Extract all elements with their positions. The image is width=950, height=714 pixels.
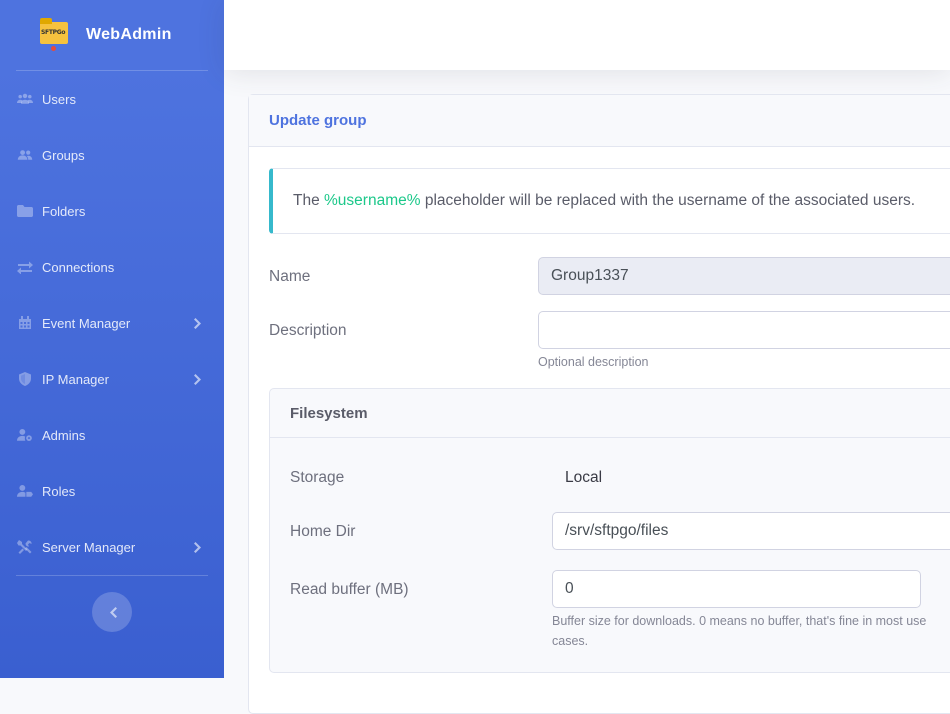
filesystem-title: Filesystem	[270, 389, 950, 438]
read-buffer-field[interactable]	[552, 570, 921, 608]
sidebar-item-groups[interactable]: Groups	[0, 127, 224, 183]
name-label: Name	[269, 268, 311, 285]
sidebar: SFTPGo WebAdmin Users Groups Folders Con…	[0, 0, 224, 678]
chevron-right-icon	[194, 541, 204, 553]
filesystem-card: Filesystem Storage Local Home Dir Read b…	[269, 388, 950, 673]
home-dir-field[interactable]	[552, 512, 950, 550]
shield-icon	[16, 372, 34, 386]
sidebar-item-label: Connections	[42, 259, 115, 275]
read-buffer-label: Read buffer (MB)	[290, 581, 409, 598]
sidebar-item-ip-manager[interactable]: IP Manager	[0, 351, 224, 407]
topbar	[224, 0, 950, 70]
sidebar-item-admins[interactable]: Admins	[0, 407, 224, 463]
folder-icon	[16, 204, 34, 218]
storage-label: Storage	[290, 469, 345, 486]
name-field[interactable]	[538, 257, 950, 295]
sidebar-item-label: IP Manager	[42, 371, 109, 387]
sidebar-item-label: Event Manager	[42, 315, 131, 331]
sidebar-item-label: Groups	[42, 147, 85, 163]
sidebar-item-roles[interactable]: Roles	[0, 463, 224, 519]
tools-icon	[16, 540, 34, 554]
user-cog-icon	[16, 428, 34, 442]
calendar-icon	[16, 316, 34, 330]
brand-link[interactable]: SFTPGo WebAdmin	[0, 0, 224, 70]
description-field[interactable]	[538, 311, 950, 349]
users-icon	[16, 92, 34, 106]
alert-suffix: placeholder will be replaced with the us…	[420, 192, 916, 209]
sidebar-item-event-manager[interactable]: Event Manager	[0, 295, 224, 351]
alert-prefix: The	[293, 192, 325, 209]
brand-name: WebAdmin	[86, 26, 172, 43]
home-dir-label: Home Dir	[290, 523, 356, 540]
user-tag-icon	[16, 484, 34, 498]
alert-text: The %username% placeholder will be repla…	[293, 192, 915, 210]
update-group-card: Update group The %username% placeholder …	[248, 94, 950, 714]
alert-highlight: %username%	[324, 192, 421, 209]
user-group-icon	[16, 148, 34, 162]
info-alert: The %username% placeholder will be repla…	[269, 168, 950, 234]
sidebar-item-label: Admins	[42, 427, 86, 443]
sidebar-item-label: Roles	[42, 483, 76, 499]
chevron-right-icon	[194, 373, 204, 385]
storage-select[interactable]: Local	[565, 469, 602, 487]
sidebar-item-label: Server Manager	[42, 539, 136, 555]
sidebar-item-users[interactable]: Users	[0, 71, 224, 127]
description-label: Description	[269, 322, 347, 339]
sidebar-item-server-manager[interactable]: Server Manager	[0, 519, 224, 575]
chevron-left-icon	[108, 606, 117, 618]
card-title: Update group	[249, 95, 950, 147]
sidebar-item-label: Folders	[42, 203, 86, 219]
sftpgo-logo-icon: SFTPGo	[38, 18, 68, 51]
exchange-icon	[16, 260, 34, 274]
sidebar-item-label: Users	[42, 91, 76, 107]
sidebar-toggle-button[interactable]	[92, 592, 132, 632]
sidebar-item-folders[interactable]: Folders	[0, 183, 224, 239]
chevron-right-icon	[194, 317, 204, 329]
sidebar-item-connections[interactable]: Connections	[0, 239, 224, 295]
read-buffer-help: Buffer size for downloads. 0 means no bu…	[552, 614, 927, 648]
description-help: Optional description	[538, 355, 649, 369]
sidebar-nav: Users Groups Folders Connections Event M…	[0, 71, 224, 575]
